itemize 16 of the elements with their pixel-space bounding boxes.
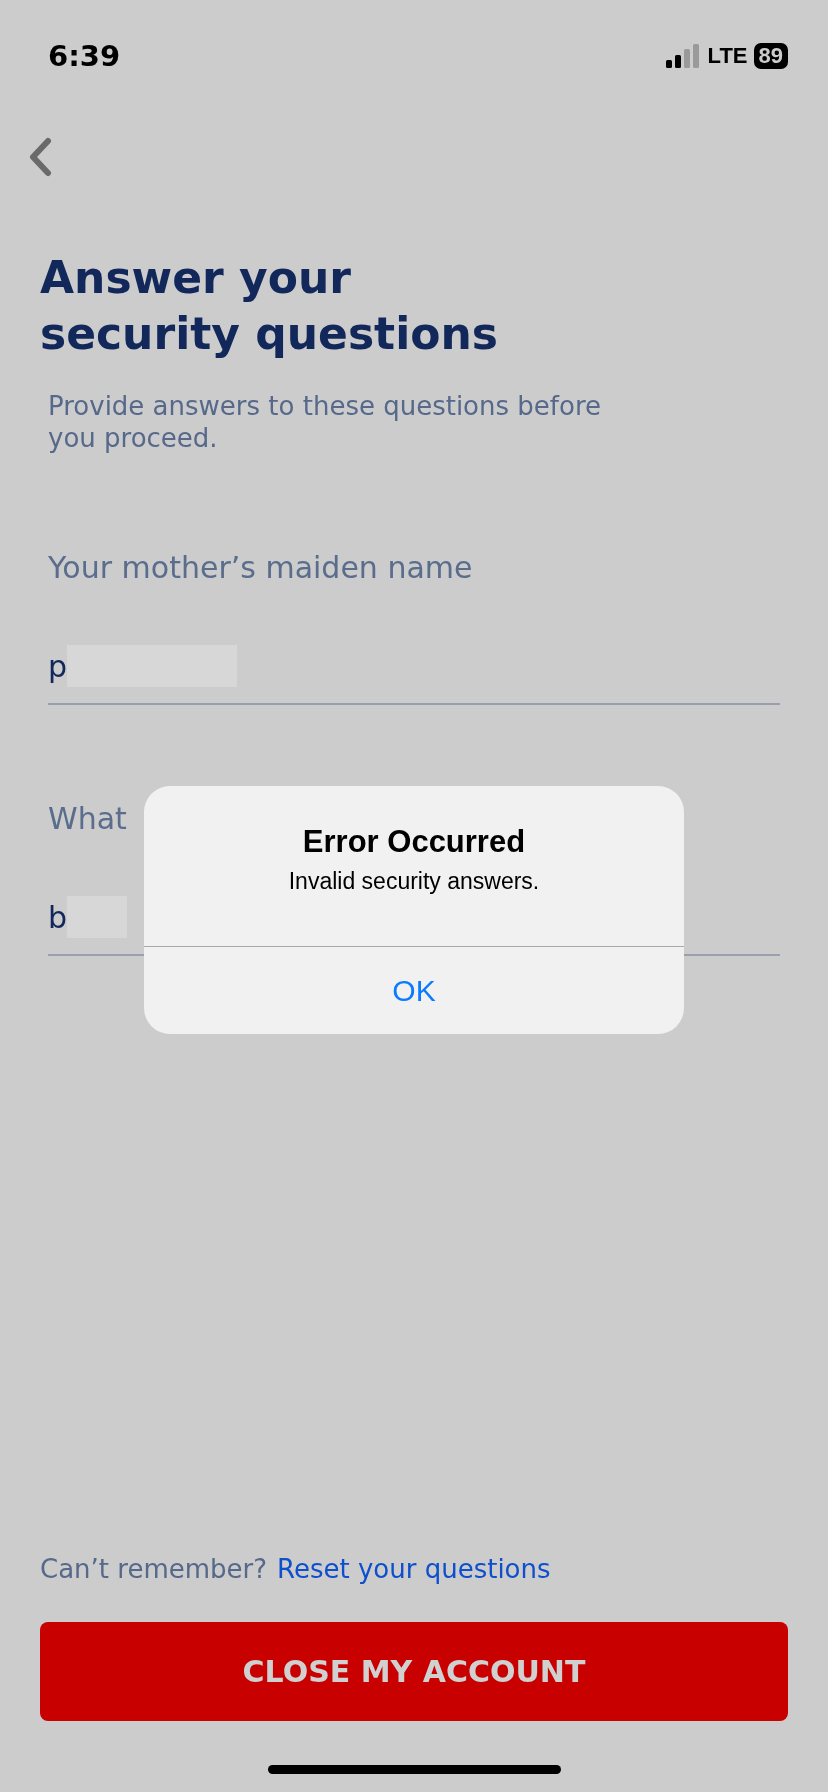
reset-link[interactable]: Reset your questions <box>277 1554 551 1584</box>
page-subtitle: Provide answers to these questions before you proceed. <box>48 390 602 454</box>
answer-field[interactable]: p <box>48 641 780 705</box>
alert-message: Invalid security answers. <box>288 868 540 895</box>
ok-button[interactable]: OK <box>144 946 684 1034</box>
network-label: LTE <box>707 43 748 69</box>
page-title: Answer your security questions <box>40 251 499 361</box>
question-label: What <box>48 801 128 836</box>
chevron-left-icon <box>28 137 52 177</box>
status-time: 6:39 <box>48 39 121 73</box>
close-account-button[interactable]: CLOSE MY ACCOUNT <box>40 1622 788 1721</box>
battery-level: 89 <box>753 43 788 69</box>
signal-icon <box>665 44 702 68</box>
question-label: Your mother’s maiden name <box>48 550 474 585</box>
alert-title: Error Occurred <box>302 824 526 860</box>
help-label: Can’t remember? <box>40 1554 268 1584</box>
